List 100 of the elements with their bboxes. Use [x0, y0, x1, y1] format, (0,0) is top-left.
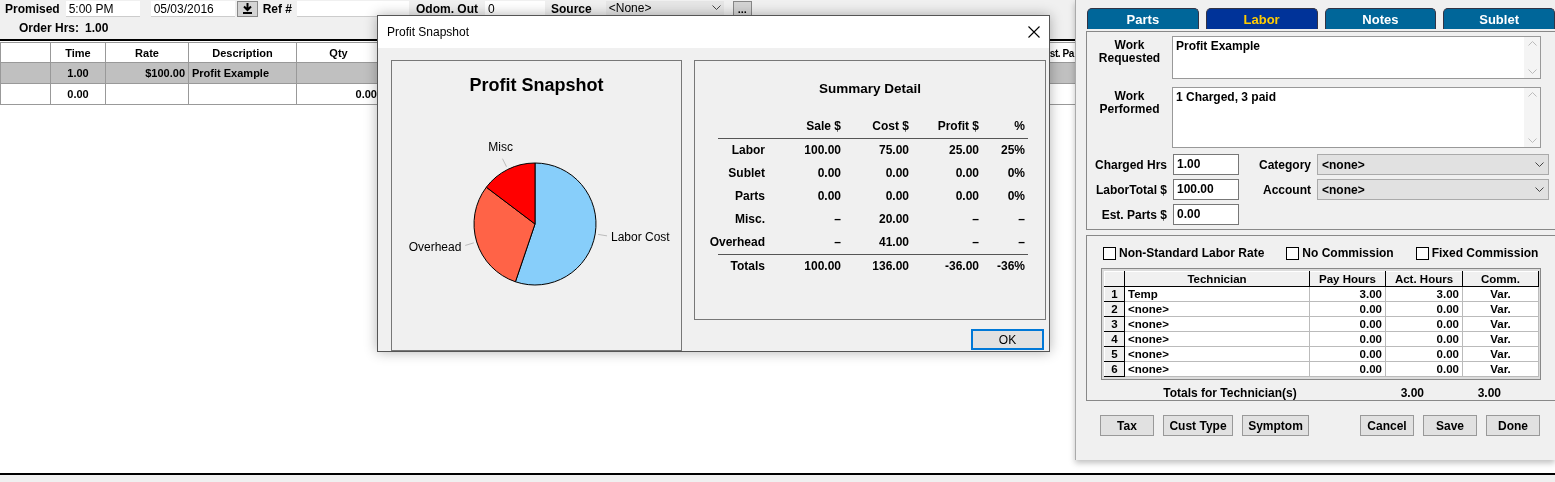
action-button[interactable]: Symptom [1242, 415, 1309, 436]
table-cell-text: 0.00 [816, 188, 841, 205]
table-cell-text: 0% [1006, 188, 1025, 205]
checkbox[interactable] [1103, 246, 1116, 260]
chevron-icon [711, 5, 721, 11]
totals-value: 3.00 [1476, 386, 1501, 400]
table-cell-text: – [971, 211, 979, 228]
table-cell: Var. [1462, 301, 1539, 317]
time-field[interactable]: 5:00 PM [65, 0, 140, 17]
table-cell: Var. [1462, 361, 1539, 377]
source-dropdown[interactable]: <None> [605, 0, 724, 17]
table-cell: 0.00 [1309, 331, 1386, 347]
ref-field[interactable] [297, 0, 410, 17]
table-cell: 0.00 [1309, 301, 1386, 317]
field-label: Work Requested [1097, 37, 1162, 65]
table-cell-text: 0.00 [884, 165, 909, 182]
column-header: % [1013, 118, 1025, 135]
table-cell-text: – [833, 211, 841, 228]
odom-label: Odom. Out [416, 1, 479, 16]
checkbox-label: Non-Standard Labor Rate [1119, 246, 1265, 260]
table-cell-text: 75.00 [877, 142, 909, 159]
table-cell-text: 136.00 [871, 258, 909, 275]
tab[interactable]: Parts [1087, 8, 1199, 29]
select-dropdown[interactable]: <none> [1317, 154, 1549, 175]
row-label: Overhead [708, 234, 765, 251]
table-cell-text: 0.00 [884, 188, 909, 205]
column-header: Sale $ [805, 118, 841, 135]
tab[interactable]: Sublet [1443, 8, 1555, 29]
table-cell: 0.00 [1385, 346, 1463, 362]
action-button[interactable]: Tax [1100, 415, 1154, 436]
table-cell-text: 100.00 [803, 142, 841, 159]
leader-line [597, 233, 608, 237]
field-label: Est. Parts $ [1100, 207, 1167, 222]
checkbox[interactable] [1415, 246, 1429, 260]
close-icon[interactable] [1028, 26, 1040, 38]
column-header[interactable]: Technician [1124, 271, 1310, 287]
table-cell: Var. [1462, 316, 1539, 332]
field-label: Work Performed [1098, 88, 1161, 116]
input-field[interactable]: 100.00 [1173, 179, 1239, 200]
table-cell-text: – [1017, 211, 1025, 228]
input-field[interactable]: 0.00 [1173, 204, 1239, 225]
dialog-title: Profit Snapshot [387, 25, 470, 39]
column-header[interactable]: Description [188, 42, 297, 63]
column-header: Profit $ [936, 118, 979, 135]
column-header[interactable]: Time [50, 42, 106, 63]
column-header[interactable]: Pay Hours [1309, 271, 1386, 287]
chevron-icon [1535, 186, 1544, 193]
order-hours-label: Order Hrs: [19, 21, 80, 35]
column-header[interactable]: Act. Hours [1385, 271, 1463, 287]
action-button[interactable]: Cancel [1360, 415, 1414, 436]
chevron-icon [1535, 161, 1544, 168]
browse-button[interactable]: ... [732, 0, 752, 17]
table-cell: 0.00 [1385, 361, 1463, 377]
table-cell-text: – [833, 234, 841, 251]
table-cell: Var. [1462, 346, 1539, 362]
totals-value: 3.00 [1399, 386, 1424, 400]
odom-field[interactable]: 0 [485, 0, 546, 17]
table-cell-text: 41.00 [877, 234, 909, 251]
tab[interactable]: Notes [1324, 8, 1437, 29]
table-cell: <none> [1124, 346, 1310, 362]
table-cell-text: 0.00 [954, 165, 979, 182]
promised-label: Promised [5, 1, 60, 16]
table-cell: 3.00 [1309, 286, 1386, 302]
action-button[interactable]: Save [1423, 415, 1477, 436]
row-label: Parts [733, 188, 765, 205]
table-cell: 0.00 [1385, 301, 1463, 317]
checkbox-label: Fixed Commission [1431, 246, 1539, 260]
summary-title: Summary Detail [817, 81, 922, 98]
leader-line [464, 242, 475, 246]
chart-title: Profit Snapshot [469, 75, 604, 96]
table-cell-text: -36.00 [943, 258, 979, 275]
leader-line [501, 158, 507, 168]
table-cell: <none> [1124, 316, 1310, 332]
download-icon[interactable] [236, 0, 258, 17]
select-dropdown[interactable]: <none> [1317, 179, 1549, 200]
action-button[interactable]: Cust Type [1163, 415, 1233, 436]
table-cell-text: – [971, 234, 979, 251]
checkbox-label: No Commission [1302, 246, 1394, 260]
checkbox[interactable] [1286, 246, 1300, 260]
table-cell: 0.00 [1309, 346, 1386, 362]
date-field[interactable]: 05/03/2016 [150, 0, 235, 17]
input-field[interactable]: 1.00 [1173, 154, 1239, 175]
table-cell-text: 20.00 [877, 211, 909, 228]
field-label: Category [1258, 157, 1311, 172]
table-cell-text: 0.00 [954, 188, 979, 205]
ok-button[interactable]: OK [971, 329, 1044, 350]
table-cell-text: -36% [996, 258, 1025, 275]
column-header[interactable]: Comm. [1462, 271, 1539, 287]
table-cell: 0.00 [1385, 316, 1463, 332]
table-cell-text: 25.00 [947, 142, 979, 159]
field-label: Account [1262, 182, 1311, 197]
table-cell: Var. [1462, 331, 1539, 347]
ref-label: Ref # [262, 1, 293, 16]
tab[interactable]: Labor [1205, 8, 1318, 29]
slice-label: Overhead [408, 239, 462, 254]
table-cell-text: 0% [1006, 165, 1025, 182]
table-cell: <none> [1124, 301, 1310, 317]
table-cell: 0.00 [1309, 361, 1386, 377]
action-button[interactable]: Done [1486, 415, 1540, 436]
column-header[interactable]: Rate [105, 42, 189, 63]
